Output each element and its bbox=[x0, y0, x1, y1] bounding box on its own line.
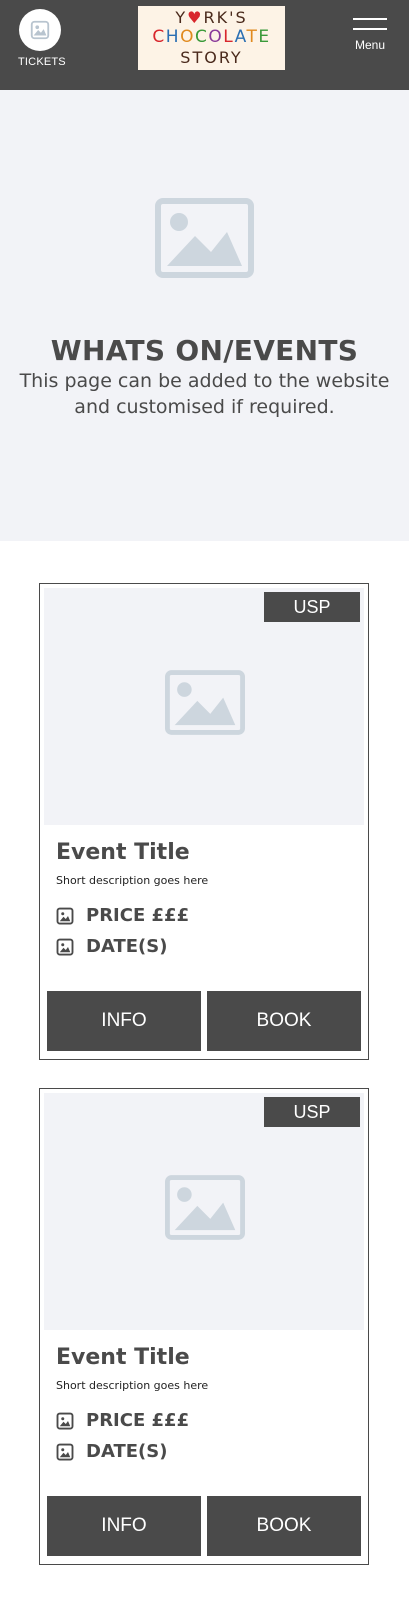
site-header: TICKETS Y♥RK'S CHOCOLATE STORY Menu bbox=[0, 0, 409, 90]
page-title: WHATS ON/EVENTS bbox=[50, 334, 359, 367]
event-title: Event Title bbox=[56, 1345, 190, 1370]
event-dates-label: DATE(S) bbox=[86, 1441, 168, 1462]
menu-label: Menu bbox=[354, 38, 386, 52]
event-card: USP Event Title Short description goes h… bbox=[39, 1088, 369, 1565]
book-button[interactable]: BOOK bbox=[207, 1496, 361, 1556]
logo-line-york: Y♥RK'S bbox=[175, 8, 248, 27]
menu-button[interactable]: Menu bbox=[350, 18, 390, 52]
event-title: Event Title bbox=[56, 840, 190, 865]
event-description: Short description goes here bbox=[56, 874, 209, 887]
event-description: Short description goes here bbox=[56, 1379, 209, 1392]
book-button[interactable]: BOOK bbox=[207, 991, 361, 1051]
info-button[interactable]: INFO bbox=[47, 1496, 201, 1556]
event-price: PRICE £££ bbox=[56, 1410, 189, 1431]
site-logo[interactable]: Y♥RK'S CHOCOLATE STORY bbox=[138, 6, 285, 70]
event-card: USP Event Title Short description goes h… bbox=[39, 583, 369, 1060]
tickets-button[interactable]: TICKETS bbox=[18, 9, 66, 68]
image-icon bbox=[56, 907, 74, 925]
event-image-placeholder: USP bbox=[44, 588, 364, 825]
image-icon bbox=[56, 1412, 74, 1430]
image-placeholder-icon bbox=[155, 198, 254, 278]
event-price: PRICE £££ bbox=[56, 905, 189, 926]
hamburger-icon-bar bbox=[353, 28, 387, 30]
image-placeholder-icon bbox=[165, 1175, 245, 1240]
event-dates: DATE(S) bbox=[56, 936, 167, 957]
event-dates: DATE(S) bbox=[56, 1441, 167, 1462]
page-subtitle: This page can be added to the website an… bbox=[19, 370, 390, 418]
info-button[interactable]: INFO bbox=[47, 991, 201, 1051]
event-image-placeholder: USP bbox=[44, 1093, 364, 1330]
tickets-icon-circle bbox=[19, 9, 61, 51]
tickets-label: TICKETS bbox=[18, 56, 66, 68]
logo-line-story: STORY bbox=[180, 48, 243, 67]
hamburger-icon-bar bbox=[353, 18, 387, 20]
image-placeholder-icon bbox=[165, 670, 245, 735]
image-icon bbox=[30, 20, 50, 40]
hero-section: WHATS ON/EVENTS This page can be added t… bbox=[0, 90, 409, 541]
event-price-label: PRICE £££ bbox=[86, 905, 190, 926]
usp-badge: USP bbox=[264, 592, 360, 622]
event-dates-label: DATE(S) bbox=[86, 936, 168, 957]
usp-badge: USP bbox=[264, 1097, 360, 1127]
event-price-label: PRICE £££ bbox=[86, 1410, 190, 1431]
image-icon bbox=[56, 938, 74, 956]
logo-line-chocolate: CHOCOLATE bbox=[152, 27, 271, 47]
image-icon bbox=[56, 1443, 74, 1461]
